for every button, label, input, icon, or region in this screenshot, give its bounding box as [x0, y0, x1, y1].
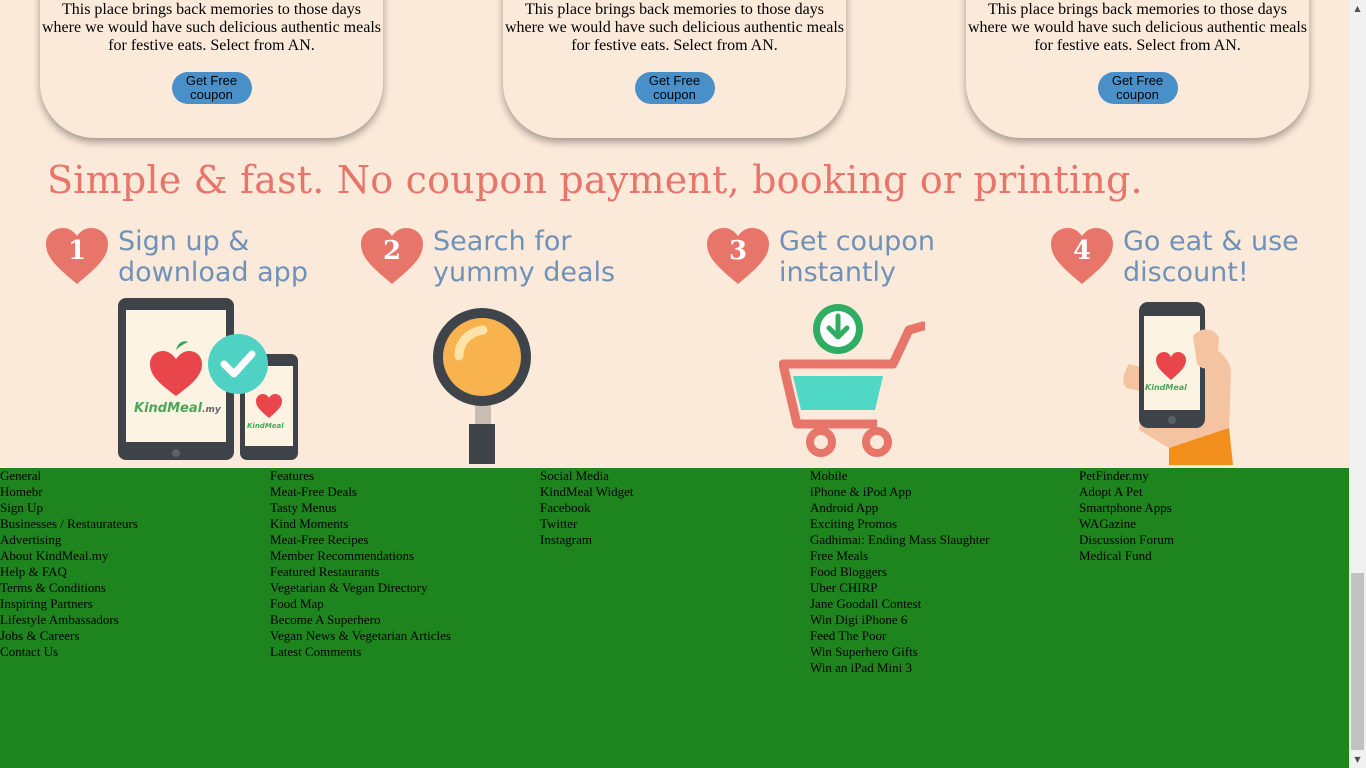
footer-column-social-media: Social Media KindMeal Widget Facebook Twitt…: [540, 468, 633, 548]
footer-link-about-kindmeal-my[interactable]: About KindMeal.my: [0, 548, 138, 564]
page: This place brings back memories to those…: [0, 0, 1349, 768]
footer-link-win-superhero-gifts[interactable]: Win Superhero Gifts: [810, 644, 989, 660]
footer-heading: General: [0, 468, 42, 483]
step-title: Search for yummy deals: [433, 226, 616, 288]
footer-column-mobile: Mobile iPhone & iPod App Android App Exciti…: [810, 468, 989, 676]
step-number: 2: [382, 236, 402, 266]
footer-link-kindmeal-widget[interactable]: KindMeal Widget: [540, 484, 633, 500]
footer-link-free-meals[interactable]: Free Meals: [810, 548, 989, 564]
footer-link-win-digi-iphone-6[interactable]: Win Digi iPhone 6: [810, 612, 989, 628]
footer-link-lifestyle-ambassadors[interactable]: Lifestyle Ambassadors: [0, 612, 138, 628]
footer-link-tasty-menus[interactable]: Tasty Menus: [270, 500, 451, 516]
footer-link-discussion-forum[interactable]: Discussion Forum: [1079, 532, 1174, 548]
footer-link-iphone-ipod-app[interactable]: iPhone & iPod App: [810, 484, 989, 500]
scroll-down-arrow-icon[interactable]: ▼: [1349, 751, 1366, 768]
coupon-description: This place brings back memories to those…: [42, 1, 381, 54]
footer-link-become-a-superhero[interactable]: Become A Superhero: [270, 612, 451, 628]
step-title: Sign up & download app: [118, 226, 308, 288]
step-title: Go eat & use discount!: [1123, 226, 1299, 288]
tablet-phone-illustration: KindMeal.my KindMeal: [118, 298, 298, 460]
step-number: 4: [1072, 236, 1092, 266]
footer-heading: Social Media: [540, 468, 609, 483]
footer-link-food-bloggers[interactable]: Food Bloggers: [810, 564, 989, 580]
footer-link-help-faq[interactable]: Help & FAQ: [0, 564, 138, 580]
footer-link-android-app[interactable]: Android App: [810, 500, 989, 516]
footer-link-exciting-promos[interactable]: Exciting Promos: [810, 516, 989, 532]
footer-link-terms-conditions[interactable]: Terms & Conditions: [0, 580, 138, 596]
shopping-cart-illustration: [779, 304, 925, 457]
scrollbar-thumb[interactable]: [1351, 573, 1364, 750]
site-footer: General Homebr Sign Up Businesses / Restaur…: [0, 468, 1349, 768]
footer-link-gadhimai-ending-mass-slaughter[interactable]: Gadhimai: Ending Mass Slaughter: [810, 532, 989, 548]
footer-link-vegan-news-vegetarian-articles[interactable]: Vegan News & Vegetarian Articles: [270, 628, 451, 644]
footer-link-sign-up[interactable]: Sign Up: [0, 500, 138, 516]
coupon-card: This place brings back memories to those…: [40, 0, 383, 138]
footer-link-medical-fund[interactable]: Medical Fund: [1079, 548, 1174, 564]
vertical-scrollbar[interactable]: ▲ ▼: [1349, 0, 1366, 768]
step-number: 1: [67, 236, 87, 266]
footer-heading: Features: [270, 468, 315, 483]
magnifier-illustration: [433, 308, 531, 464]
footer-link-businesses-restaurateurs[interactable]: Businesses / Restaurateurs: [0, 516, 138, 532]
coupon-card: This place brings back memories to those…: [503, 0, 846, 138]
scroll-up-arrow-icon[interactable]: ▲: [1349, 0, 1366, 17]
footer-link-kind-moments[interactable]: Kind Moments: [270, 516, 451, 532]
footer-heading: Mobile: [810, 468, 848, 483]
footer-link-advertising[interactable]: Advertising: [0, 532, 138, 548]
footer-link-meat-free-recipes[interactable]: Meat-Free Recipes: [270, 532, 451, 548]
get-free-coupon-button[interactable]: Get Free coupon: [171, 72, 252, 104]
hand-phone-illustration: KindMeal: [1123, 302, 1233, 465]
footer-link-smartphone-apps[interactable]: Smartphone Apps: [1079, 500, 1174, 516]
footer-link-contact-us[interactable]: Contact Us: [0, 644, 138, 660]
coupon-card: This place brings back memories to those…: [966, 0, 1309, 138]
coupon-description: This place brings back memories to those…: [505, 1, 844, 54]
coupon-description: This place brings back memories to those…: [968, 1, 1307, 54]
footer-link-jobs-careers[interactable]: Jobs & Careers: [0, 628, 138, 644]
footer-column-general: General Homebr Sign Up Businesses / Restaur…: [0, 468, 138, 660]
footer-link-facebook[interactable]: Facebook: [540, 500, 633, 516]
footer-link-feed-the-poor[interactable]: Feed The Poor: [810, 628, 989, 644]
footer-link-homebr[interactable]: Homebr: [0, 484, 138, 500]
footer-link-food-map[interactable]: Food Map: [270, 596, 451, 612]
footer-link-jane-goodall-contest[interactable]: Jane Goodall Contest: [810, 596, 989, 612]
footer-link-vegetarian-vegan-directory[interactable]: Vegetarian & Vegan Directory: [270, 580, 451, 596]
step-title: Get coupon instantly: [779, 226, 935, 288]
footer-link-wagazine[interactable]: WAGazine: [1079, 516, 1174, 532]
footer-column-petfinder: PetFinder.my Adopt A Pet Smartphone Apps WA…: [1079, 468, 1174, 564]
footer-link-latest-comments[interactable]: Latest Comments: [270, 644, 451, 660]
step-number: 3: [728, 236, 748, 266]
kindmeal-logo-text: KindMeal: [247, 422, 284, 430]
get-free-coupon-button[interactable]: Get Free coupon: [1097, 72, 1178, 104]
get-free-coupon-button[interactable]: Get Free coupon: [634, 72, 715, 104]
banner-headline: Simple & fast. No coupon payment, bookin…: [47, 158, 1143, 202]
footer-link-inspiring-partners[interactable]: Inspiring Partners: [0, 596, 138, 612]
footer-link-adopt-a-pet[interactable]: Adopt A Pet: [1079, 484, 1174, 500]
footer-column-features: Features Meat-Free Deals Tasty Menus Kind M…: [270, 468, 451, 660]
footer-link-uber-chirp[interactable]: Uber CHIRP: [810, 580, 989, 596]
footer-link-instagram[interactable]: Instagram: [540, 532, 633, 548]
footer-link-meat-free-deals[interactable]: Meat-Free Deals: [270, 484, 451, 500]
footer-link-win-an-ipad-mini-3[interactable]: Win an iPad Mini 3: [810, 660, 989, 676]
footer-link-featured-restaurants[interactable]: Featured Restaurants: [270, 564, 451, 580]
kindmeal-logo-text: KindMeal: [1145, 383, 1187, 392]
footer-link-member-recommendations[interactable]: Member Recommendations: [270, 548, 451, 564]
footer-link-twitter[interactable]: Twitter: [540, 516, 633, 532]
footer-heading: PetFinder.my: [1079, 468, 1149, 483]
